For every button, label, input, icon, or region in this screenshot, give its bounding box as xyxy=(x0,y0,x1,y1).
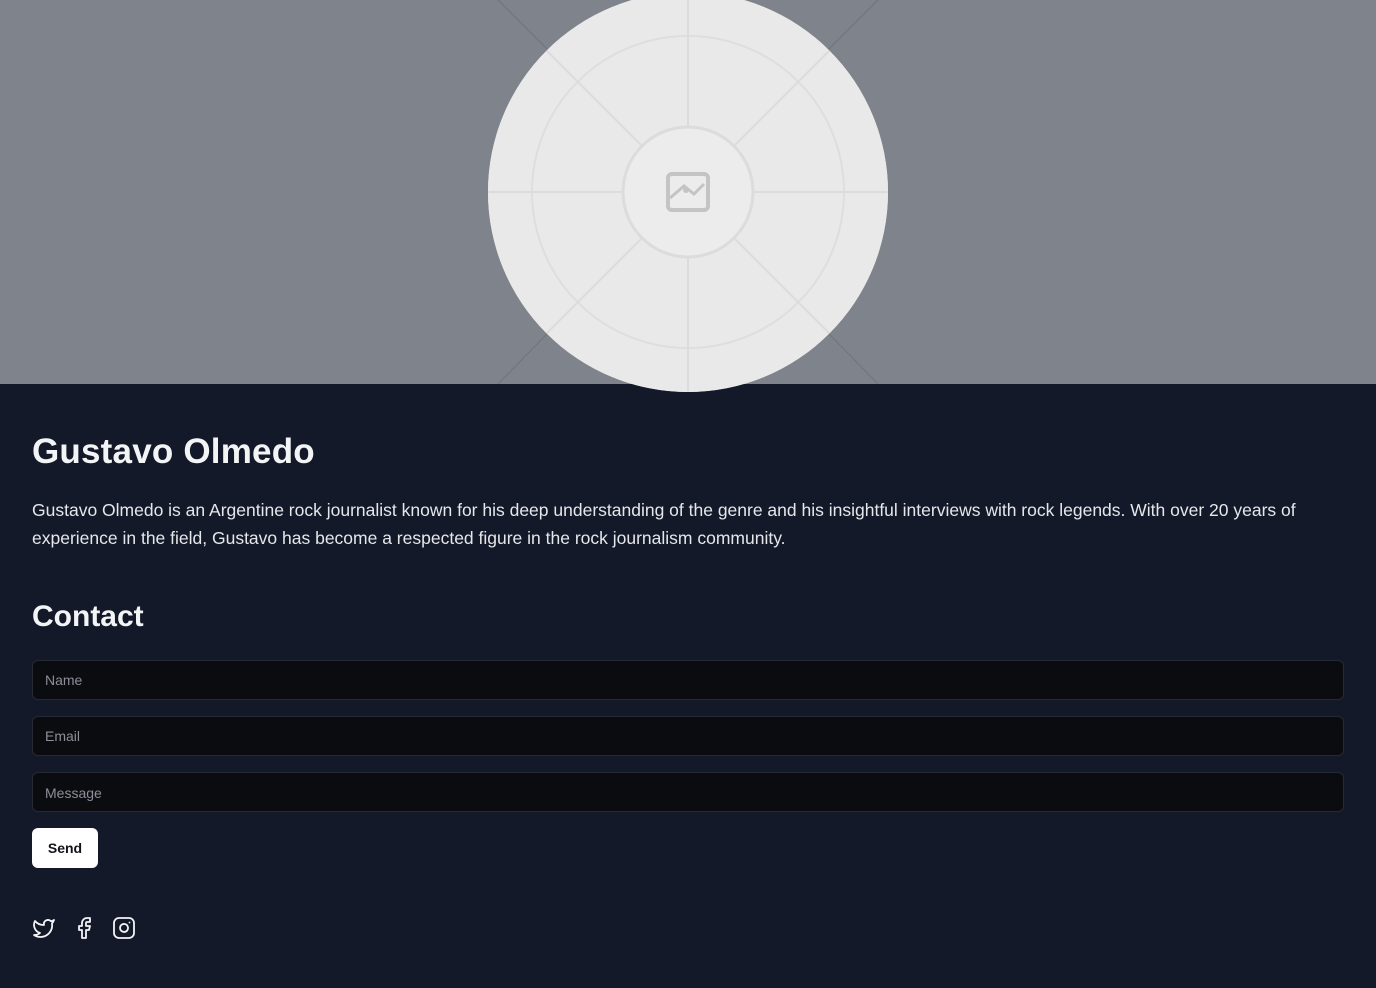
instagram-icon[interactable] xyxy=(112,916,136,940)
twitter-icon[interactable] xyxy=(32,916,56,940)
name-field[interactable] xyxy=(32,660,1344,700)
contact-heading: Contact xyxy=(32,600,144,633)
avatar xyxy=(488,0,888,392)
send-button[interactable]: Send xyxy=(32,828,98,868)
image-placeholder-icon xyxy=(488,0,888,392)
social-links xyxy=(32,916,136,940)
facebook-icon[interactable] xyxy=(72,916,96,940)
email-field[interactable] xyxy=(32,716,1344,756)
profile-bio: Gustavo Olmedo is an Argentine rock jour… xyxy=(32,500,1296,548)
message-field[interactable] xyxy=(32,772,1344,812)
page-title: Gustavo Olmedo xyxy=(32,432,315,471)
hero-banner xyxy=(0,0,1376,392)
